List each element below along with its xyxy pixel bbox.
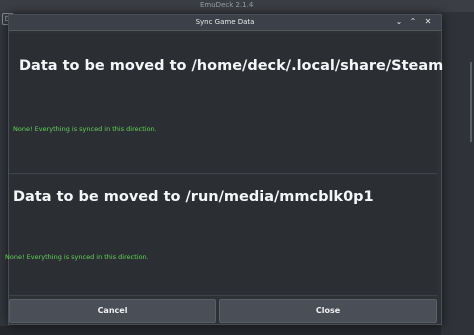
- section-status: None! Everything is synced in this direc…: [5, 253, 149, 261]
- sync-section-sdcard: Data to be moved to /run/media/mmcblk0p1…: [5, 175, 437, 296]
- background-app-title: EmuDeck 2.1.4: [200, 1, 254, 9]
- dialog-titlebar[interactable]: Sync Game Data ⌄ ⌃ ✕: [9, 15, 441, 31]
- close-button[interactable]: Close: [219, 299, 437, 323]
- section-heading: Data to be moved to /home/deck/.local/sh…: [19, 58, 444, 74]
- sync-game-data-dialog: Sync Game Data ⌄ ⌃ ✕ Data to be moved to…: [5, 14, 443, 325]
- maximize-icon[interactable]: ⌃: [407, 16, 419, 28]
- sync-section-steam: Data to be moved to /home/deck/.local/sh…: [9, 33, 443, 174]
- cancel-button[interactable]: Cancel: [9, 299, 216, 323]
- dialog-title: Sync Game Data: [195, 18, 255, 26]
- close-icon[interactable]: ✕: [422, 16, 434, 28]
- section-heading: Data to be moved to /run/media/mmcblk0p1: [13, 189, 374, 205]
- screen: EmuDeck 2.1.4 ⊡ Sync Game Data ⌄ ⌃ ✕ Dat…: [0, 0, 474, 335]
- minimize-icon[interactable]: ⌄: [393, 16, 405, 28]
- background-app-titlebar: EmuDeck 2.1.4: [0, 0, 474, 12]
- section-status: None! Everything is synced in this direc…: [13, 125, 157, 133]
- background-app-panel: [441, 12, 474, 335]
- background-app-scrollbar: [462, 62, 472, 142]
